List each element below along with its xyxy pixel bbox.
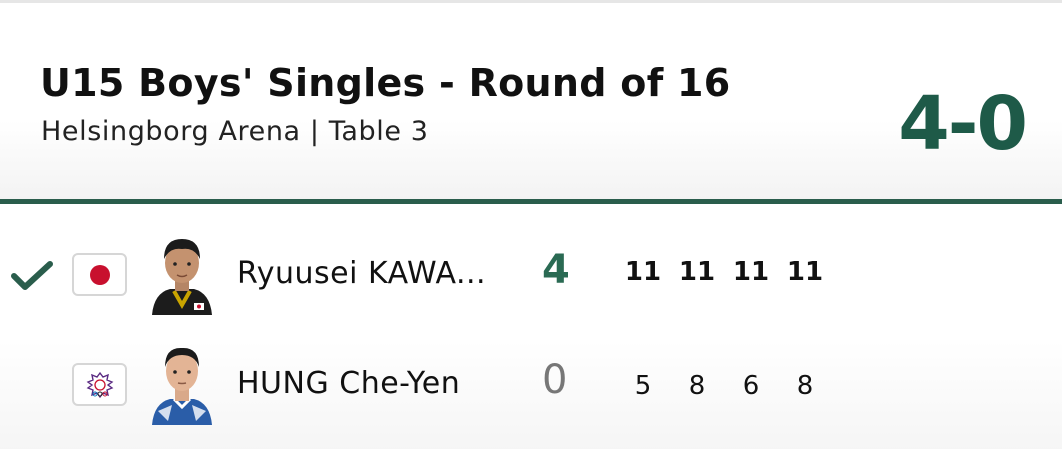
match-score: 4-0 (898, 81, 1028, 167)
player-name[interactable]: HUNG Che-Yen (237, 366, 460, 401)
match-header: U15 Boys' Singles - Round of 16 Helsingb… (0, 3, 1062, 199)
player-rows: Ryuusei KAWA... 4 11 11 11 11 HUNG Che-Y… (0, 204, 1062, 449)
winner-check-icon (11, 261, 53, 290)
set-score-4: 11 (786, 257, 824, 287)
player-row-2[interactable]: HUNG Che-Yen 0 5 8 6 8 (0, 329, 1062, 439)
match-venue: Helsingborg Arena | Table 3 (41, 116, 429, 147)
games-won: 0 (542, 357, 568, 403)
japan-flag-icon (72, 253, 127, 296)
match-title: U15 Boys' Singles - Round of 16 (40, 61, 731, 105)
games-won: 4 (542, 247, 570, 293)
set-score-3: 6 (742, 371, 760, 401)
set-score-1: 11 (624, 257, 662, 287)
set-score-2: 8 (688, 371, 706, 401)
player-avatar (150, 341, 214, 425)
player-avatar (150, 231, 214, 315)
chinese-taipei-flag-icon (72, 363, 127, 406)
set-score-1: 5 (634, 371, 652, 401)
set-score-2: 11 (678, 257, 716, 287)
player-name[interactable]: Ryuusei KAWA... (237, 256, 486, 291)
match-card[interactable]: U15 Boys' Singles - Round of 16 Helsingb… (0, 0, 1062, 449)
player-row-1[interactable]: Ryuusei KAWA... 4 11 11 11 11 (0, 219, 1062, 329)
set-score-3: 11 (732, 257, 770, 287)
set-score-4: 8 (796, 371, 814, 401)
